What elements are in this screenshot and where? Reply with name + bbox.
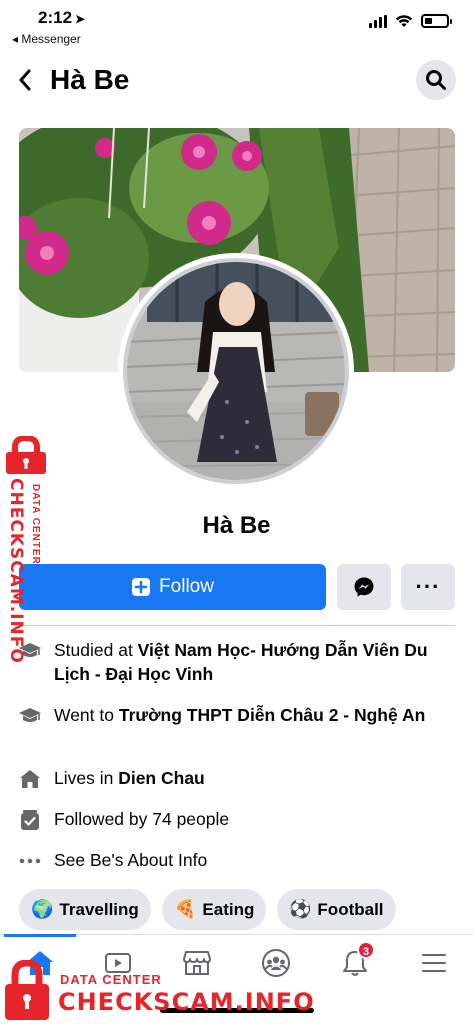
soccer-ball-icon: ⚽ [289,899,312,919]
search-button[interactable] [416,60,456,100]
follow-button[interactable]: Follow [19,564,326,610]
back-button[interactable] [10,62,40,98]
time-text: 2:12 [38,8,73,27]
see-about-text: See Be's About Info [54,850,208,870]
watermark-vertical-small: DATA CENTER [30,484,41,565]
info-row-see-about[interactable]: See Be's About Info [16,848,456,873]
chevron-left-icon [19,69,31,91]
info-row-followers[interactable]: Followed by 74 people [16,807,456,832]
follow-label: Follow [159,576,214,597]
globe-icon: 🌍 [31,899,54,919]
interest-chip-travelling[interactable]: 🌍 Travelling [19,889,151,930]
more-horizontal-icon [16,849,44,873]
info-row-lives-in: Lives in Dien Chau [16,766,456,791]
info-row-studied: Studied at Việt Nam Học- Hướng Dẫn Viên … [16,638,456,686]
divider [19,625,455,626]
messenger-icon [354,577,374,597]
info-prefix: Went to [54,705,119,725]
cellular-signal-icon [369,14,387,28]
chip-label: Travelling [59,899,139,919]
groups-icon [262,949,290,977]
nav-active-indicator [4,934,76,937]
info-text: Went to Trường THPT Diễn Châu 2 - Nghệ A… [54,703,425,727]
nav-marketplace[interactable] [177,945,217,981]
profile-picture[interactable] [123,258,349,484]
info-text: Studied at Việt Nam Học- Hướng Dẫn Viên … [54,638,456,686]
info-row-went-to: Went to Trường THPT Diễn Châu 2 - Nghệ A… [16,703,456,728]
info-text: Lives in Dien Chau [54,766,205,790]
followers-text: Followed by 74 people [54,809,230,829]
watermark-bottom-big: CHECKSCAM.INFO [58,988,315,1016]
followers-icon [16,808,44,832]
pizza-icon: 🍕 [174,899,197,919]
info-prefix: Lives in [54,768,119,788]
nav-groups[interactable] [256,945,296,981]
notification-badge: 3 [357,941,375,959]
hamburger-menu-icon [422,954,446,972]
more-horizontal-icon: ··· [415,574,441,599]
nav-notifications[interactable]: 3 [335,941,375,981]
high-school-link[interactable]: Trường THPT Diễn Châu 2 - Nghệ An [119,705,425,725]
chip-label: Eating [202,899,255,919]
profile-name: Hà Be [202,512,271,539]
city-link[interactable]: Dien Chau [118,768,205,788]
interest-chip-eating[interactable]: 🍕 Eating [162,889,267,930]
watermark-lock-icon [5,960,49,1020]
status-bar: 2:12 ➤ ◂ Messenger [0,0,473,48]
watermark-vertical-text: CHECKSCAM.INFO [6,478,26,664]
wifi-icon [395,15,413,27]
info-prefix: Studied at [54,640,138,660]
message-button[interactable] [337,564,391,610]
back-to-app-link[interactable]: ◂ Messenger [12,32,81,46]
graduation-cap-icon [16,704,44,728]
home-icon [16,767,44,791]
watermark-lock-icon [6,436,46,474]
chip-label: Football [317,899,384,919]
marketplace-icon [183,951,211,975]
profile-header: Hà Be [0,52,473,108]
nav-menu[interactable] [414,945,454,981]
location-arrow-icon: ➤ [75,12,86,26]
add-friend-icon [132,578,151,596]
status-time: 2:12 ➤ [38,8,85,28]
watermark-bottom-small: DATA CENTER [60,972,162,987]
search-icon [426,70,446,90]
battery-icon [421,14,452,28]
interest-chip-football[interactable]: ⚽ Football [277,889,396,930]
status-icons [369,14,452,28]
more-options-button[interactable]: ··· [401,564,455,610]
page-title: Hà Be [50,64,130,95]
